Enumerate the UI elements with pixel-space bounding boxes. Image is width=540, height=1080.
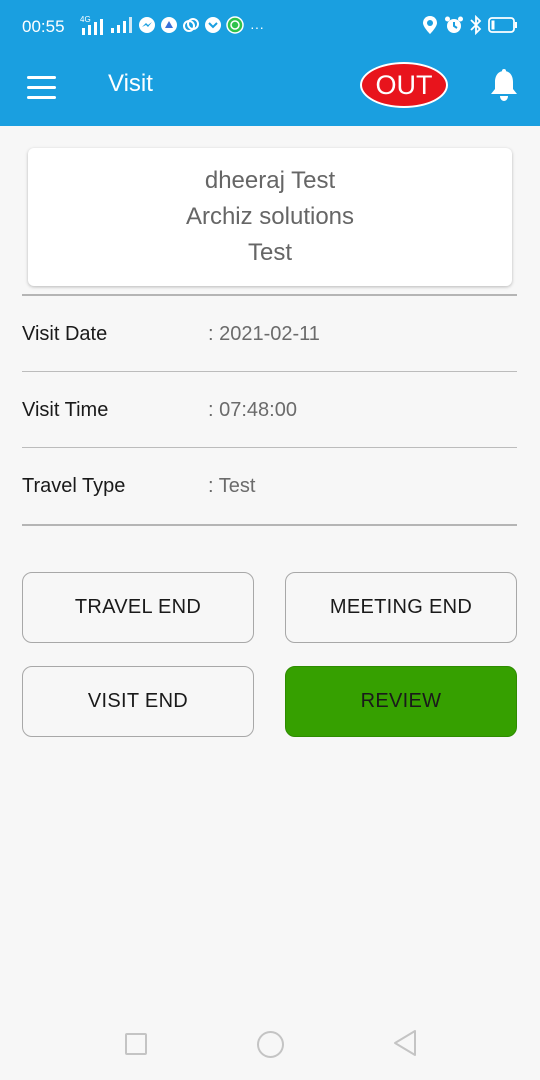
page-title: Visit: [108, 70, 153, 97]
visit-date-row: Visit Date : 2021-02-11: [22, 296, 517, 372]
battery-icon: [488, 16, 518, 39]
status-time: 00:55: [22, 17, 65, 36]
travel-type-value: : Test: [208, 475, 256, 497]
visit-end-label: VISIT END: [87, 690, 189, 712]
visit-date-label: Visit Date: [22, 323, 108, 345]
out-button-label: OUT: [375, 69, 433, 100]
out-button[interactable]: OUT: [360, 62, 448, 108]
messenger-icon: [138, 16, 156, 39]
contact-card: dheeraj Test Archiz solutions Test: [28, 148, 512, 286]
status-bar: 00:55 4G ···: [0, 0, 540, 54]
travel-type-label: Travel Type: [22, 475, 126, 497]
app-icon: [160, 16, 178, 39]
signal-icon: [110, 16, 134, 39]
app-bar: Visit OUT: [0, 54, 540, 126]
recent-apps-icon[interactable]: [125, 1033, 147, 1055]
meeting-end-label: MEETING END: [329, 596, 473, 618]
status-right-icons: [422, 14, 518, 40]
visit-date-value: : 2021-02-11: [208, 323, 320, 345]
network-4g-icon: 4G: [80, 15, 106, 36]
alarm-icon: [444, 15, 464, 40]
cloud-icon: [182, 16, 200, 39]
chat-icon: [204, 16, 222, 39]
bluetooth-icon: [470, 14, 482, 40]
review-label: REVIEW: [360, 690, 442, 712]
system-nav-bar: [0, 1005, 540, 1080]
travel-end-label: TRAVEL END: [74, 596, 202, 618]
more-notifications-indicator: ···: [250, 19, 264, 35]
visit-time-label: Visit Time: [22, 399, 109, 421]
review-button[interactable]: REVIEW: [285, 666, 517, 737]
bell-icon[interactable]: [489, 68, 519, 102]
card-extra-text: Test: [247, 239, 292, 266]
visit-time-row: Visit Time : 07:48:00: [22, 372, 517, 448]
whatsapp-icon: [226, 15, 244, 39]
status-left-icons: 4G ···: [80, 15, 264, 39]
contact-name: dheeraj Test: [204, 167, 336, 194]
divider: [22, 524, 517, 526]
home-icon[interactable]: [257, 1031, 284, 1058]
back-icon[interactable]: [392, 1029, 418, 1057]
travel-type-row: Travel Type : Test: [22, 448, 517, 524]
company-name: Archiz solutions: [185, 203, 355, 230]
meeting-end-button[interactable]: MEETING END: [285, 572, 517, 643]
location-icon: [422, 15, 438, 40]
visit-time-value: : 07:48:00: [208, 399, 297, 421]
menu-icon[interactable]: [27, 76, 57, 100]
visit-end-button[interactable]: VISIT END: [22, 666, 254, 737]
travel-end-button[interactable]: TRAVEL END: [22, 572, 254, 643]
